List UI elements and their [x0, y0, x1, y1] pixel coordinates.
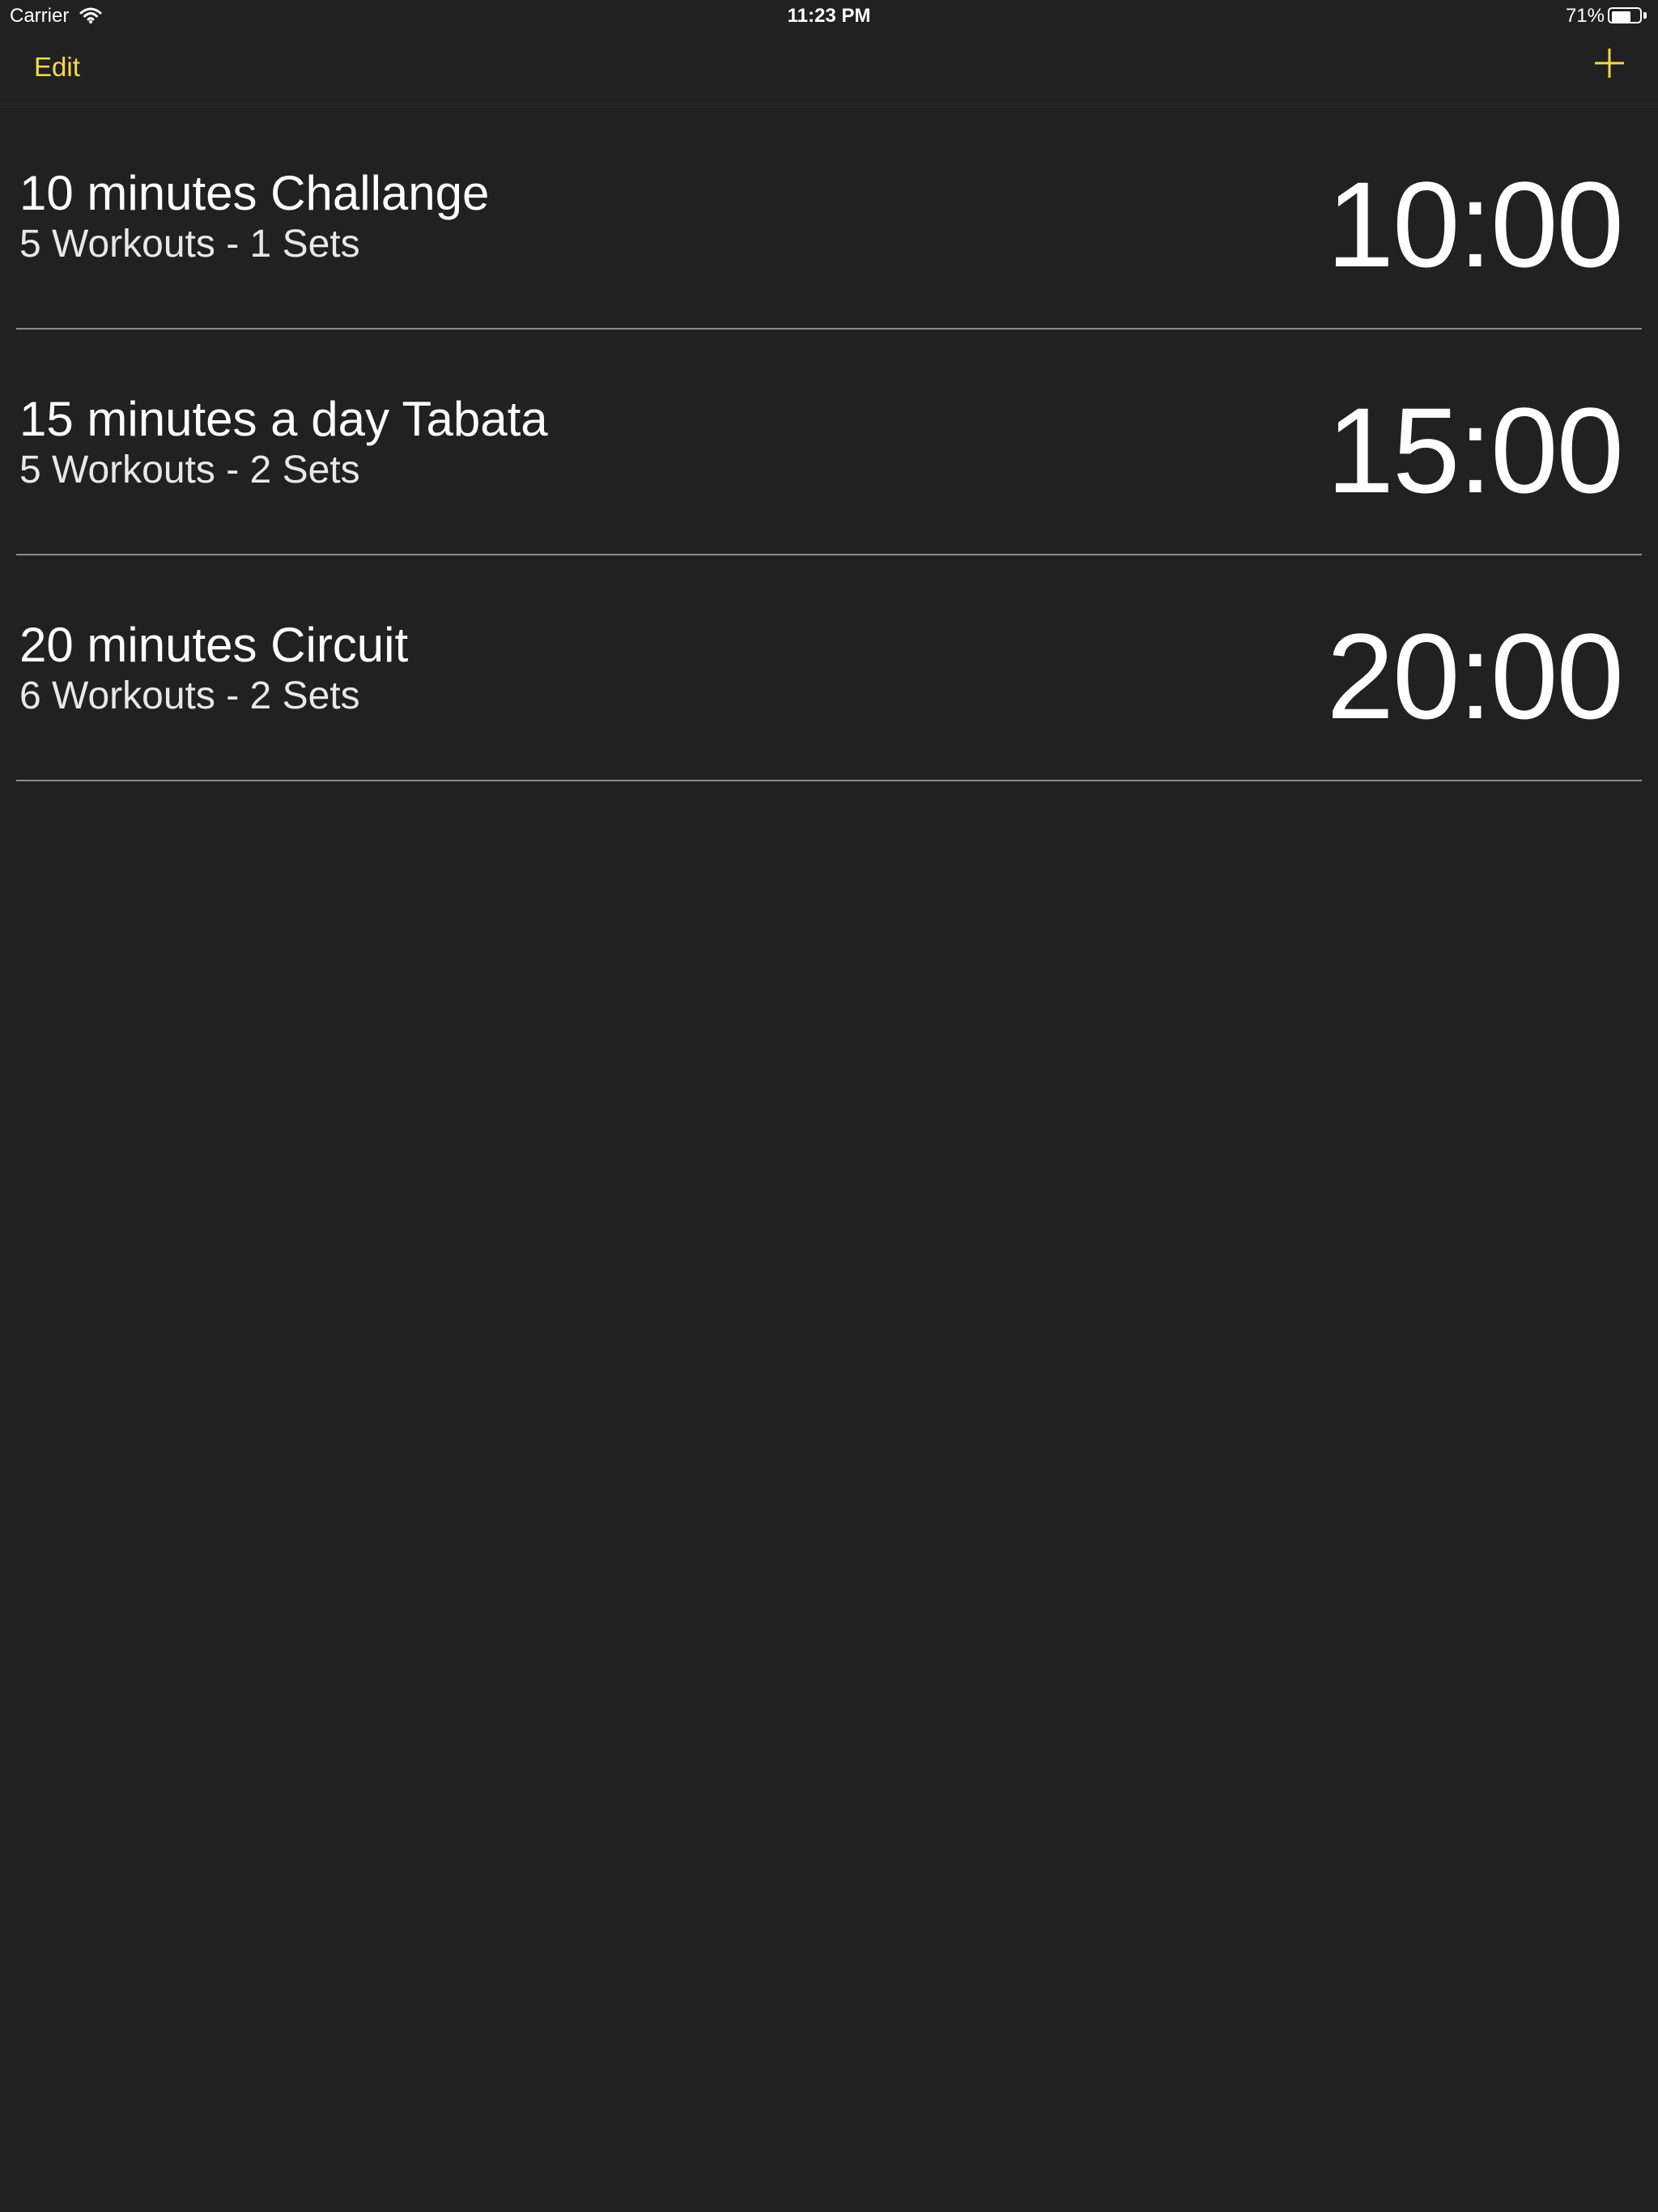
workout-subtitle: 5 Workouts - 2 Sets [19, 449, 360, 491]
workout-subtitle: 5 Workouts - 1 Sets [19, 223, 360, 266]
workout-title: 20 minutes Circuit [19, 618, 409, 672]
battery-body [1608, 7, 1642, 23]
status-time: 11:23 PM [787, 5, 871, 27]
edit-button[interactable]: Edit [34, 52, 80, 83]
battery-icon [1608, 7, 1648, 25]
workout-title: 10 minutes Challange [19, 166, 490, 220]
status-bar: Carrier 11:23 PM 71% [0, 0, 1658, 32]
workout-subtitle: 6 Workouts - 2 Sets [19, 674, 360, 717]
workout-duration: 15:00 [1326, 382, 1624, 518]
workout-row[interactable]: 10 minutes Challange 5 Workouts - 1 Sets… [0, 104, 1658, 330]
app-screen: Carrier 11:23 PM 71% Edit 10 minutes Cha… [0, 0, 1658, 2212]
workout-list: 10 minutes Challange 5 Workouts - 1 Sets… [0, 104, 1658, 781]
workout-duration: 20:00 [1326, 608, 1624, 744]
battery-cap [1643, 12, 1647, 19]
row-divider [16, 780, 1642, 781]
workout-duration: 10:00 [1326, 156, 1624, 292]
plus-icon [1595, 49, 1624, 78]
add-button[interactable] [1593, 47, 1626, 79]
workout-row[interactable]: 20 minutes Circuit 6 Workouts - 2 Sets 2… [0, 555, 1658, 781]
battery-fill [1612, 11, 1630, 23]
workout-row[interactable]: 15 minutes a day Tabata 5 Workouts - 2 S… [0, 330, 1658, 555]
battery-percent: 71% [1565, 5, 1605, 27]
workout-title: 15 minutes a day Tabata [19, 392, 548, 446]
navigation-bar: Edit [0, 32, 1658, 104]
